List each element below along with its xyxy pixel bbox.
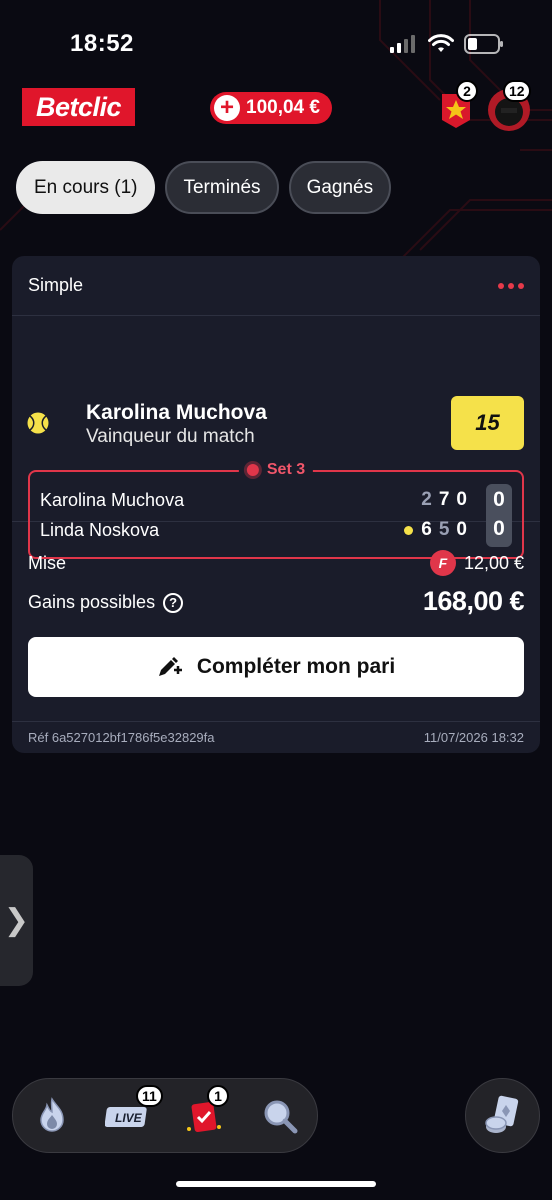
casino-button[interactable] [465,1078,540,1153]
tennis-ball-icon [27,412,49,434]
complete-bet-label: Compléter mon pari [196,655,396,678]
search-icon [264,1100,298,1134]
status-time: 18:52 [70,30,134,57]
battery-icon [464,34,503,54]
set-score: 7 [438,489,451,510]
rewards-count-badge: 2 [456,80,478,102]
chevron-right-icon: ❯ [3,904,30,937]
cards-chip-icon [485,1095,519,1133]
live-dot-icon [246,464,259,476]
stake-value-group: F 12,00 € [429,550,524,576]
betclic-logo[interactable]: Betclic [22,88,135,126]
winnings-label: Gains possibles [28,592,156,612]
market-name: Vainqueur du match [86,426,255,447]
side-drawer-handle[interactable]: ❯ [0,855,33,986]
plus-icon: + [214,95,240,121]
bet-type: Simple [28,275,84,295]
tab-en-cours[interactable]: En cours (1) [16,161,156,214]
score-row: Karolina Muchova 2 7 0 [40,485,512,515]
nav-hot-button[interactable] [29,1093,75,1139]
balance-button[interactable]: + 100,04 € [210,92,332,124]
bets-tabs: En cours (1) Terminés Gagnés [16,161,392,214]
bet-date: 11/07/2026 18:32 [423,729,524,745]
selection-name: Karolina Muchova [86,401,267,424]
stake-label: Mise [28,553,67,573]
wifi-icon [428,34,454,52]
game-score: 0 [493,488,505,511]
stake-value: 12,00 € [463,552,524,573]
home-indicator [176,1181,376,1187]
balance-amount: 100,04 € [246,97,320,118]
nav-my-bets-button[interactable]: 1 [181,1085,229,1139]
bottom-nav: LIVE 11 1 [12,1078,318,1153]
stake-section: Mise F 12,00 € Gains possibles ? 168,00 … [12,522,540,722]
logo-text: Betclic [35,91,122,122]
more-options-icon[interactable] [498,282,524,289]
profile-button[interactable]: 12 [487,80,531,132]
bet-card-footer: Réf 6a527012bf1786f5e32829fa 11/07/2026 … [12,722,540,752]
help-icon[interactable]: ? [163,592,184,613]
rewards-button[interactable]: 2 [436,80,478,130]
complete-bet-button[interactable]: Compléter mon pari [28,637,524,697]
live-text: LIVE [115,1111,142,1125]
profile-count-badge: 12 [503,80,531,102]
set-score: 2 [421,489,433,510]
nav-search-button[interactable] [257,1093,303,1139]
tab-termines[interactable]: Terminés [165,161,279,214]
flame-icon [40,1097,64,1132]
bet-selection: Karolina Muchova Vainqueur du match 15 S… [12,316,540,559]
status-bar: 18:52 [0,0,552,80]
bets-count-badge: 1 [207,1085,229,1107]
bet-reference: Réf 6a527012bf1786f5e32829fa [28,729,215,745]
live-count-badge: 11 [136,1085,163,1107]
winnings-label-group: Gains possibles ? [28,592,184,613]
winnings-value: 168,00 € [422,586,525,616]
signal-icon [390,35,415,53]
set-score: 0 [456,489,468,510]
bet-card: Simple Karolina Muchova Vainqueur du mat… [12,256,540,753]
pencil-plus-icon [158,657,182,676]
set-scores: 2 7 0 [421,489,468,511]
player-name: Karolina Muchova [40,489,185,510]
live-set-label: Set 3 [238,461,314,479]
tab-gagnes[interactable]: Gagnés [288,161,392,214]
set-label: Set 3 [266,461,306,478]
status-icons [390,34,504,54]
bet-card-header: Simple [12,256,540,316]
odds-badge: 15 [451,396,524,450]
freebet-chip-icon: F [429,550,456,576]
nav-live-button[interactable]: LIVE 11 [104,1085,163,1139]
